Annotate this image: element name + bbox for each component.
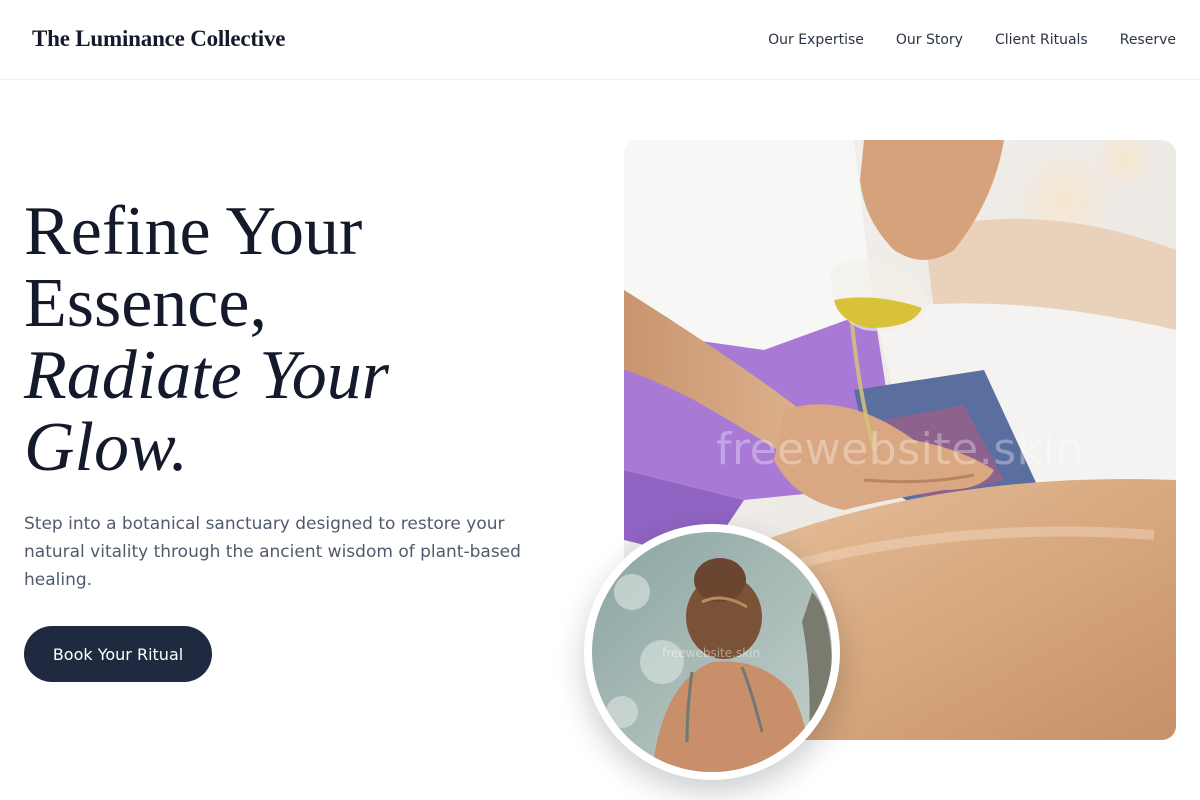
hero-description: Step into a botanical sanctuary designed…: [24, 514, 521, 590]
nav-link-our-story[interactable]: Our Story: [896, 31, 963, 49]
nav-link-reserve[interactable]: Reserve: [1120, 31, 1176, 49]
nav-link-client-rituals[interactable]: Client Rituals: [995, 31, 1088, 49]
site-header: The Luminance Collective Our Expertise O…: [0, 0, 1200, 80]
woman-bath-image: [592, 532, 832, 772]
brand-logo[interactable]: The Luminance Collective: [32, 26, 285, 52]
nav-link-our-expertise[interactable]: Our Expertise: [768, 31, 864, 49]
headline-line-1: Refine Your: [24, 193, 363, 270]
book-ritual-button[interactable]: Book Your Ritual: [24, 626, 212, 682]
main-nav: Our Expertise Our Story Client Rituals R…: [768, 31, 1176, 49]
woman-bath-illustration: [592, 532, 832, 772]
hero-headline: Refine Your Essence, Radiate Your Glow.: [24, 196, 584, 484]
headline-line-4: Glow.: [24, 409, 188, 486]
headline-line-2: Essence,: [24, 265, 267, 342]
headline-line-3: Radiate Your: [24, 337, 389, 414]
inset-image-frame: freewebsite.skin: [584, 524, 840, 780]
